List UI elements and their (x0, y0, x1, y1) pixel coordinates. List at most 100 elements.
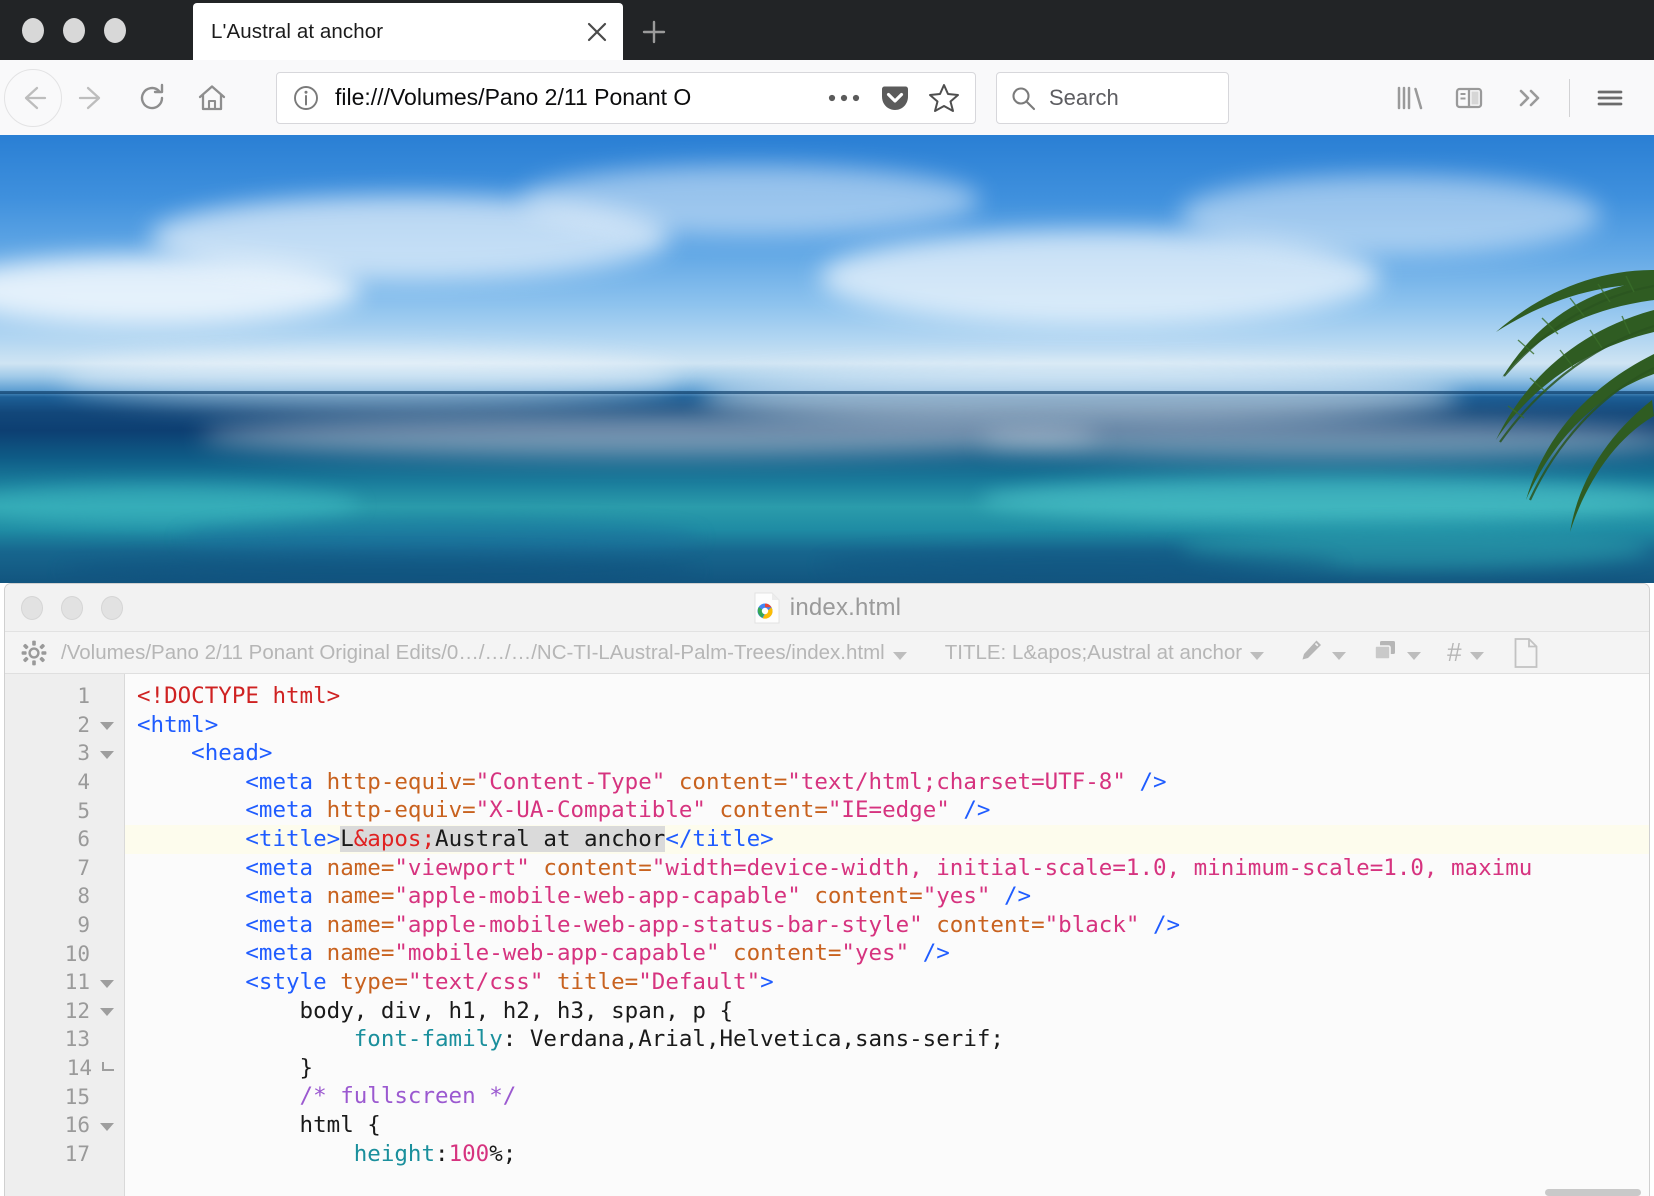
toolbar-divider (1569, 78, 1570, 117)
file-path-text: /Volumes/Pano 2/11 Ponant Original Edits… (61, 640, 885, 664)
line-number-row: 6 (5, 825, 124, 854)
chevron-down-icon (1407, 651, 1422, 660)
code-line[interactable]: <meta name="viewport" content="width=dev… (125, 854, 1649, 883)
code-line[interactable]: <style type="text/css" title="Default"> (125, 968, 1649, 997)
code-line[interactable]: <meta http-equiv="Content-Type" content=… (125, 768, 1649, 797)
line-number: 9 (77, 913, 90, 938)
code-line[interactable]: <meta name="apple-mobile-web-app-status-… (125, 911, 1649, 940)
code-line[interactable]: <html> (125, 711, 1649, 740)
ellipsis-icon[interactable] (827, 92, 861, 104)
windows-dropdown[interactable] (1372, 637, 1422, 668)
minimize-window-button[interactable] (63, 17, 85, 43)
search-placeholder: Search (1049, 84, 1119, 110)
page-photo (0, 135, 1654, 583)
code-line[interactable]: font-family: Verdana,Arial,Helvetica,san… (125, 1025, 1649, 1054)
code-line[interactable]: <meta name="mobile-web-app-capable" cont… (125, 939, 1649, 968)
code-token: } (137, 1054, 314, 1081)
code-line[interactable]: } (125, 1054, 1649, 1083)
document-icon[interactable] (1514, 637, 1538, 668)
fold-triangle-icon[interactable] (100, 1122, 114, 1131)
browser-tab-title: L'Austral at anchor (211, 19, 384, 43)
arrow-left-icon[interactable] (4, 68, 62, 127)
reload-icon[interactable] (122, 68, 182, 128)
code-content[interactable]: <!DOCTYPE html> <html> <head> <meta http-… (125, 674, 1649, 1196)
chrome-html-file-icon (754, 592, 780, 623)
code-token: "Default" (638, 968, 761, 995)
fold-triangle-icon[interactable] (100, 722, 114, 731)
file-path-dropdown[interactable]: /Volumes/Pano 2/11 Ponant Original Edits… (61, 641, 907, 665)
star-icon[interactable] (927, 81, 961, 115)
library-icon[interactable] (1379, 68, 1439, 128)
gear-icon[interactable] (15, 640, 61, 666)
search-input[interactable]: Search (996, 71, 1229, 124)
code-token: "yes" (922, 883, 991, 910)
line-number-row: 12 (5, 997, 124, 1026)
chevron-down-icon (892, 651, 907, 660)
code-line[interactable]: <meta name="apple-mobile-web-app-capable… (125, 882, 1649, 911)
code-line[interactable]: body, div, h1, h2, h3, span, p { (125, 997, 1649, 1026)
browser-tab[interactable]: L'Austral at anchor (193, 3, 623, 60)
title-attribute-dropdown[interactable]: TITLE: L&apos;Austral at anchor (945, 641, 1265, 665)
chevron-double-right-icon[interactable] (1499, 68, 1559, 128)
close-window-button[interactable] (22, 17, 44, 43)
hamburger-menu-icon[interactable] (1580, 68, 1640, 128)
line-number: 16 (64, 1113, 90, 1138)
arrow-right-icon[interactable] (62, 68, 122, 128)
line-number-row: 7 (5, 854, 124, 883)
hash-dropdown[interactable]: # (1447, 637, 1484, 668)
maximize-window-button[interactable] (104, 17, 126, 43)
fold-end-icon[interactable] (102, 1061, 114, 1071)
code-token: name= (326, 854, 395, 881)
code-token: "apple-mobile-web-app-capable" (394, 883, 801, 910)
code-token: font-family (137, 1026, 503, 1053)
horizontal-scrollbar[interactable] (1545, 1189, 1641, 1196)
line-number-row: 11 (5, 968, 124, 997)
navigation-toolbar: file:///Volumes/Pano 2/11 Ponant O Searc… (0, 60, 1654, 135)
code-token: "viewport" (394, 854, 530, 881)
url-bar[interactable]: file:///Volumes/Pano 2/11 Ponant O (276, 71, 976, 124)
tag-dropdown[interactable] (1298, 637, 1347, 668)
line-number: 7 (77, 855, 90, 880)
code-token: "X-UA-Compatible" (475, 797, 706, 824)
code-token: 100 (448, 1140, 490, 1167)
fold-triangle-icon[interactable] (100, 750, 114, 759)
code-token: <title> (137, 825, 341, 852)
code-token: "Content-Type" (475, 768, 666, 795)
code-line[interactable]: html { (125, 1111, 1649, 1140)
code-token: <meta (137, 911, 327, 938)
line-number: 10 (64, 941, 90, 966)
code-line[interactable]: /* fullscreen */ (125, 1082, 1649, 1111)
code-token: "text/css" (407, 968, 544, 995)
line-number-row: 3 (5, 739, 124, 768)
info-circle-icon[interactable] (291, 83, 321, 113)
editor-title: index.html (5, 584, 1649, 631)
line-number: 4 (77, 770, 90, 795)
code-editor-area[interactable]: 1 2 3 4 5 6 7 8 9 10 11 12 13 14 15 16 17 <!DOCTYPE html… (5, 674, 1649, 1196)
pocket-icon[interactable] (879, 82, 911, 114)
code-token: <style (137, 968, 341, 995)
code-token: name= (326, 883, 395, 910)
code-line[interactable]: <head> (125, 739, 1649, 768)
code-token: <meta (137, 940, 327, 967)
code-line[interactable]: <!DOCTYPE html> (125, 682, 1649, 711)
plus-icon[interactable] (623, 3, 685, 60)
url-text: file:///Volumes/Pano 2/11 Ponant O (335, 84, 692, 110)
close-icon[interactable] (571, 3, 623, 60)
code-token: /> (949, 797, 991, 824)
line-number-row: 16 (5, 1111, 124, 1140)
vertical-scrollbar[interactable] (1643, 674, 1649, 1196)
code-line[interactable]: height:100%; (125, 1140, 1649, 1169)
home-icon[interactable] (182, 68, 242, 128)
code-token: <!DOCTYPE html> (137, 683, 341, 709)
code-line[interactable]: <meta http-equiv="X-UA-Compatible" conte… (125, 796, 1649, 825)
fold-triangle-icon[interactable] (100, 1008, 114, 1017)
code-token: /* fullscreen */ (137, 1083, 517, 1110)
code-token: type= (340, 968, 408, 995)
code-token: : Verdana,Arial,Helvetica,sans-serif; (502, 1026, 1004, 1053)
line-number: 6 (77, 827, 90, 852)
line-number-row: 2 (5, 711, 124, 740)
sidebar-icon[interactable] (1439, 68, 1499, 128)
code-line[interactable]: <title>L&apos;Austral at anchor</title> (125, 824, 1649, 854)
fold-triangle-icon[interactable] (100, 979, 114, 988)
line-number-row: 9 (5, 911, 124, 940)
